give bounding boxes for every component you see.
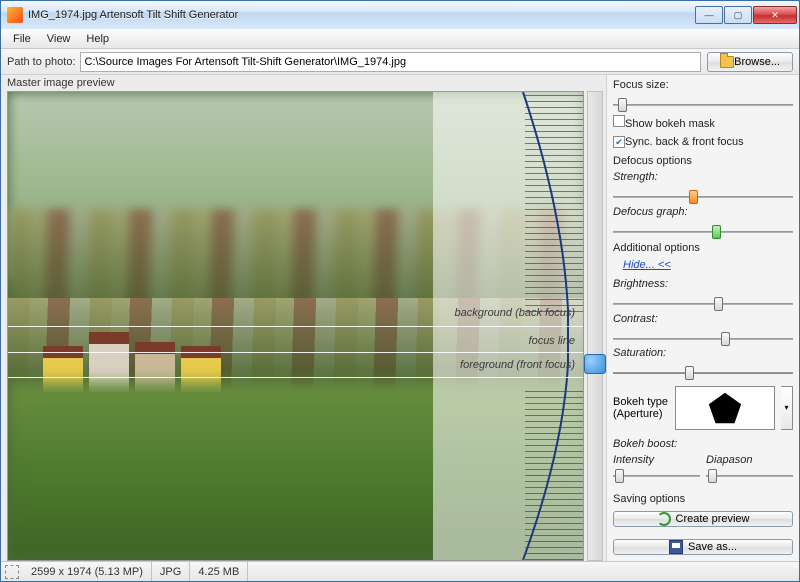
- app-icon: [7, 7, 23, 23]
- contrast-slider[interactable]: [613, 330, 793, 342]
- save-icon: [669, 540, 683, 554]
- statusbar: 2599 x 1974 (5.13 MP) JPG 4.25 MB: [1, 561, 799, 581]
- refresh-icon: [657, 512, 671, 526]
- close-button[interactable]: ✕: [753, 6, 797, 24]
- intensity-label: Intensity: [613, 454, 700, 466]
- strength-label: Strength:: [613, 171, 793, 183]
- image-preview[interactable]: background (back focus) focus line foreg…: [7, 91, 584, 561]
- focus-position-thumb[interactable]: [584, 354, 606, 374]
- save-as-button[interactable]: Save as...: [613, 539, 793, 555]
- additional-header: Additional options: [613, 242, 793, 254]
- focus-size-label: Focus size:: [613, 79, 793, 91]
- checkbox-icon: ✔: [613, 136, 625, 148]
- titlebar[interactable]: IMG_1974.jpg Artensoft Tilt Shift Genera…: [1, 1, 799, 29]
- focus-size-slider[interactable]: [613, 96, 793, 108]
- path-label: Path to photo:: [7, 56, 76, 68]
- path-input[interactable]: [80, 52, 702, 72]
- path-row: Path to photo: Browse...: [1, 49, 799, 75]
- status-icon: [5, 565, 19, 579]
- maximize-button[interactable]: ▢: [724, 6, 752, 24]
- menubar: File View Help: [1, 29, 799, 49]
- contrast-label: Contrast:: [613, 313, 793, 325]
- brightness-label: Brightness:: [613, 278, 793, 290]
- status-dimensions: 2599 x 1974 (5.13 MP): [23, 562, 152, 581]
- menu-view[interactable]: View: [39, 31, 79, 47]
- brightness-slider[interactable]: [613, 295, 793, 307]
- focus-line-label: focus line: [529, 335, 575, 347]
- menu-help[interactable]: Help: [78, 31, 117, 47]
- defocus-header: Defocus options: [613, 155, 793, 167]
- defocus-graph-slider[interactable]: [613, 223, 793, 235]
- controls-panel: Focus size: Show bokeh mask ✔Sync. back …: [606, 75, 799, 561]
- background-label: background (back focus): [455, 307, 575, 319]
- back-focus-line[interactable]: [8, 326, 583, 327]
- diapason-label: Diapason: [706, 454, 793, 466]
- focus-line[interactable]: [8, 352, 583, 353]
- status-format: JPG: [152, 562, 190, 581]
- sync-focus-checkbox[interactable]: ✔Sync. back & front focus: [613, 136, 793, 149]
- app-window: IMG_1974.jpg Artensoft Tilt Shift Genera…: [0, 0, 800, 582]
- saturation-slider[interactable]: [613, 364, 793, 376]
- diapason-slider[interactable]: [706, 467, 793, 485]
- create-preview-button[interactable]: Create preview: [613, 511, 793, 527]
- browse-button[interactable]: Browse...: [707, 52, 793, 72]
- focus-position-slider[interactable]: [587, 91, 603, 561]
- defocus-graph-label: Defocus graph:: [613, 206, 793, 218]
- checkbox-icon: [613, 115, 625, 127]
- bokeh-aperture-preview: [675, 386, 775, 430]
- bokeh-type-dropdown[interactable]: ▾: [781, 386, 793, 430]
- strength-slider[interactable]: [613, 188, 793, 200]
- hide-link[interactable]: Hide... <<: [623, 259, 793, 271]
- status-filesize: 4.25 MB: [190, 562, 248, 581]
- preview-label: Master image preview: [7, 77, 606, 89]
- bokeh-boost-label: Bokeh boost:: [613, 438, 793, 450]
- intensity-slider[interactable]: [613, 467, 700, 485]
- front-focus-line[interactable]: [8, 377, 583, 378]
- bokeh-type-label: Bokeh type (Aperture): [613, 396, 669, 420]
- minimize-button[interactable]: —: [695, 6, 723, 24]
- show-bokeh-checkbox[interactable]: Show bokeh mask: [613, 115, 793, 130]
- window-title: IMG_1974.jpg Artensoft Tilt Shift Genera…: [28, 9, 695, 21]
- menu-file[interactable]: File: [5, 31, 39, 47]
- folder-icon: [720, 56, 734, 68]
- saturation-label: Saturation:: [613, 347, 793, 359]
- saving-header: Saving options: [613, 493, 793, 505]
- foreground-label: foreground (front focus): [460, 359, 575, 371]
